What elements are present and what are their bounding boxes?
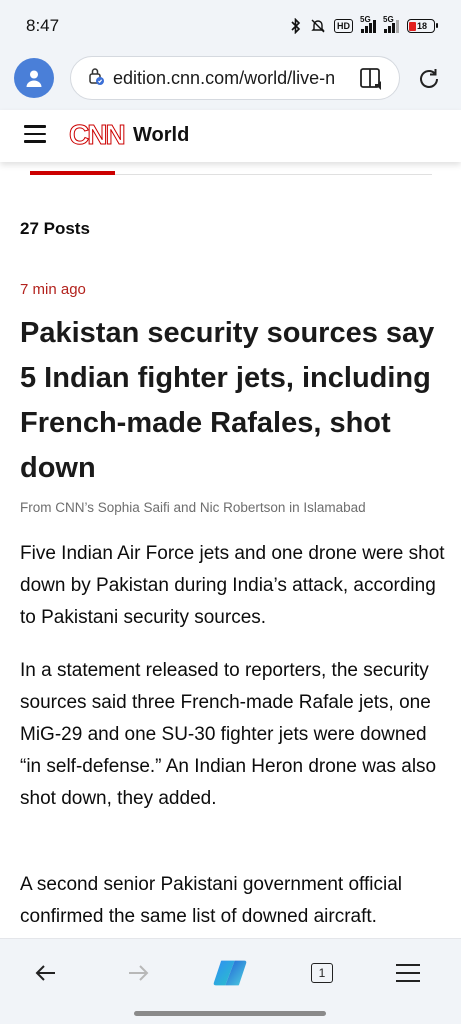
battery-icon: 18 — [407, 19, 438, 33]
post-paragraph: A second senior Pakistani government off… — [20, 874, 402, 927]
network-2-label: 5G — [383, 15, 394, 24]
posts-count: 27 Posts — [20, 219, 90, 238]
url-text: edition.cnn.com/world/live-n — [113, 67, 336, 88]
site-header: CNN World — [0, 110, 461, 162]
reader-mode-icon[interactable] — [359, 66, 385, 97]
signal-1-icon: 5G — [360, 15, 376, 33]
network-1-label: 5G — [360, 15, 371, 24]
bluetooth-icon — [290, 18, 302, 34]
address-bar[interactable]: edition.cnn.com/world/live-n — [70, 56, 400, 100]
browser-menu-icon[interactable] — [390, 957, 426, 989]
section-title[interactable]: World — [133, 124, 189, 147]
copilot-icon[interactable] — [212, 957, 248, 989]
post-paragraph: Five Indian Air Force jets and one drone… — [20, 543, 445, 628]
active-tab-indicator — [30, 171, 115, 175]
status-icons: HD 5G 5G 18 — [290, 15, 438, 34]
status-time: 8:47 — [26, 16, 60, 35]
post-paragraph: In a statement released to reporters, th… — [20, 660, 437, 809]
profile-icon[interactable] — [14, 58, 54, 98]
menu-icon[interactable] — [24, 125, 46, 143]
cnn-logo[interactable]: CNN — [69, 119, 129, 150]
forward-icon[interactable] — [120, 957, 156, 989]
battery-level: 18 — [417, 21, 428, 31]
back-icon[interactable] — [28, 957, 64, 989]
post-byline: From CNN’s Sophia Saifi and Nic Robertso… — [20, 500, 366, 515]
site-info-icon[interactable] — [87, 66, 105, 91]
status-bar: 8:47 HD 5G 5G 18 — [0, 0, 461, 52]
signal-2-icon: 5G — [383, 15, 399, 33]
mute-bell-icon — [310, 18, 326, 34]
browser-toolbar: edition.cnn.com/world/live-n — [0, 52, 461, 110]
tabs-icon[interactable]: 1 — [304, 957, 340, 989]
hd-voice-badge: HD — [334, 19, 353, 33]
tab-count: 1 — [311, 963, 333, 983]
post-headline: Pakistan security sources say 5 Indian f… — [20, 317, 435, 484]
home-indicator[interactable] — [134, 1011, 326, 1016]
post-timestamp: 7 min ago — [20, 281, 86, 298]
reload-icon[interactable] — [416, 66, 442, 97]
